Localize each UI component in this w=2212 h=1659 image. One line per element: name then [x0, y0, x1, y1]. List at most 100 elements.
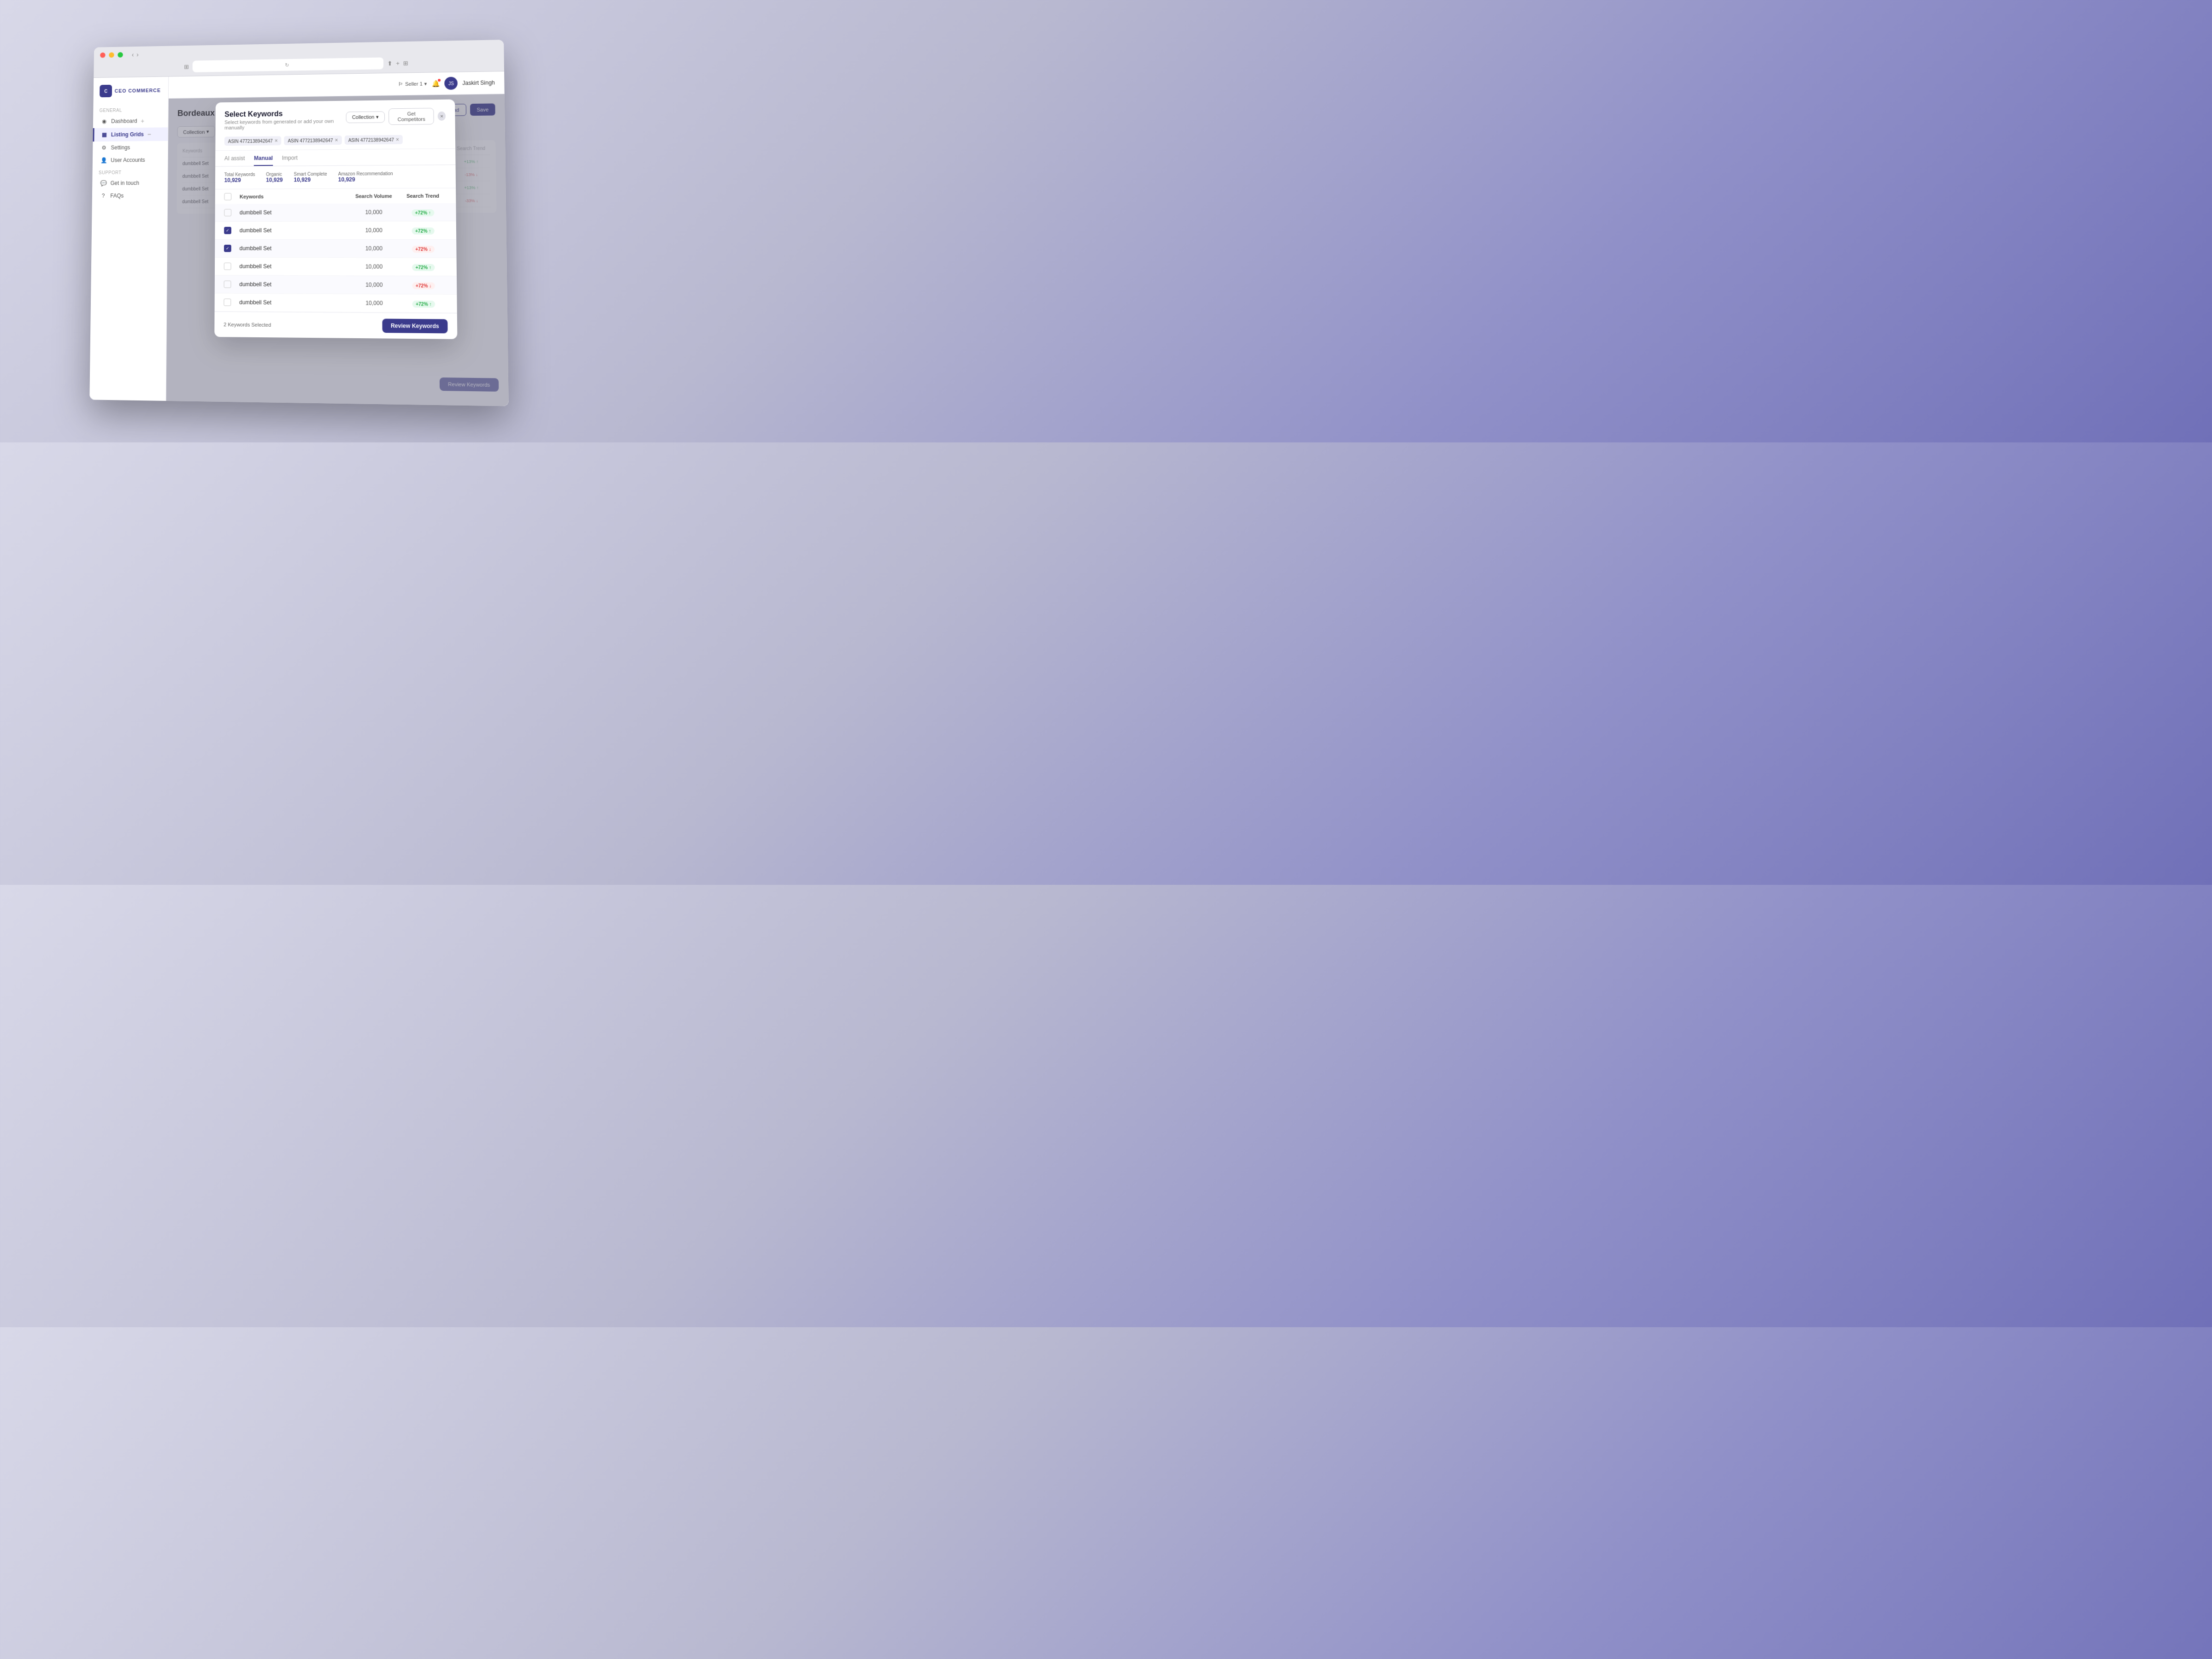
header-volume-col: Search Volume: [353, 193, 394, 199]
seller-badge[interactable]: 🏳 Seller 1 ▾: [398, 81, 427, 87]
stat-amazon-recommendation: Amazon Recommendation 10,929: [338, 171, 393, 183]
tab-manual[interactable]: Manual: [254, 155, 273, 166]
logo-icon: C: [100, 85, 112, 97]
keyword-row: ✓ dumbbell Set 10,000 +72% ↓: [215, 240, 456, 258]
modal-close-button[interactable]: ×: [438, 112, 446, 121]
modal-collection-chevron-icon: ▾: [376, 114, 379, 120]
keyword-row: dumbbell Set 10,000 +72% ↑: [215, 294, 457, 313]
sidebar-section-support: Support: [93, 166, 168, 177]
sidebar-toggle-icon[interactable]: ⊞: [184, 63, 189, 70]
keyword-trend: +72% ↑: [400, 226, 447, 235]
minimize-traffic-light[interactable]: [109, 52, 114, 58]
notification-dot: [438, 79, 441, 82]
forward-button[interactable]: ›: [136, 51, 139, 58]
add-icon-dashboard[interactable]: +: [141, 118, 144, 125]
keyword-row: dumbbell Set 10,000 +72% ↑: [215, 203, 456, 222]
sidebar-item-label-settings: Settings: [111, 144, 130, 151]
new-tab-icon[interactable]: +: [396, 59, 400, 66]
trend-badge-green: +72% ↑: [412, 209, 434, 216]
sidebar-item-label-user-accounts: User Accounts: [111, 157, 145, 163]
stat-total-keywords: Total Keywords 10,929: [224, 172, 255, 183]
keyword-volume: 10,000: [353, 227, 395, 234]
stat-smart-label: Smart Complete: [294, 171, 327, 176]
seller-label: Seller 1: [405, 81, 423, 87]
header-keywords-col: Keywords: [240, 194, 348, 200]
modal-tabs: AI assist Manual Import: [215, 149, 455, 167]
review-keywords-button[interactable]: Review Keywords: [382, 319, 447, 334]
stats-row: Total Keywords 10,929 Organic 10,929 Sma…: [215, 165, 456, 189]
settings-icon: ⚙: [100, 145, 107, 151]
avatar-initials: JS: [448, 81, 454, 86]
tab-import[interactable]: Import: [282, 155, 298, 166]
maximize-traffic-light[interactable]: [118, 52, 123, 58]
modal-title: Select Keywords: [224, 109, 346, 118]
sidebar-item-dashboard[interactable]: ◉ Dashboard +: [93, 114, 168, 128]
sidebar-item-faqs[interactable]: ? FAQs: [92, 189, 168, 202]
seller-chevron: ▾: [424, 81, 427, 87]
reload-icon[interactable]: ↻: [285, 62, 289, 68]
modal-header: Select Keywords Select keywords from gen…: [216, 100, 455, 132]
modal-header-left: Select Keywords Select keywords from gen…: [224, 109, 346, 130]
app-body: C CEO COMMERCE General ◉ Dashboard + ▦ L…: [89, 71, 508, 406]
kw-check-col: [224, 299, 235, 306]
asin-tag-label: ASIN 4772138942647: [348, 137, 394, 142]
asin-tag: ASIN 4772138942647 ×: [345, 135, 403, 145]
avatar: JS: [444, 77, 458, 90]
asin-tag-remove[interactable]: ×: [335, 137, 338, 143]
modal-subtitle: Select keywords from generated or add yo…: [224, 118, 346, 130]
keyword-trend: +72% ↑: [400, 208, 447, 216]
keyword-checkbox[interactable]: [224, 209, 231, 216]
notification-bell[interactable]: 🔔: [432, 80, 440, 87]
get-in-touch-icon: 💬: [100, 180, 107, 187]
select-keywords-modal: Select Keywords Select keywords from gen…: [214, 100, 457, 339]
address-bar[interactable]: ↻: [192, 58, 383, 72]
dashboard-icon: ◉: [100, 118, 107, 124]
sidebar-item-settings[interactable]: ⚙ Settings: [93, 141, 168, 154]
keyword-row: dumbbell Set 10,000 +72% ↓: [215, 276, 457, 295]
stat-total-label: Total Keywords: [224, 172, 255, 177]
user-name: Jaskirt Singh: [462, 79, 495, 86]
keyword-checkbox[interactable]: [224, 263, 231, 270]
sidebar-item-user-accounts[interactable]: 👤 User Accounts: [93, 153, 168, 167]
keyword-trend: +72% ↓: [400, 281, 447, 289]
close-icon: ×: [440, 113, 443, 119]
keyword-checkbox[interactable]: ✓: [224, 227, 231, 234]
kw-check-col: [224, 281, 235, 288]
modal-collection-label: Collection: [352, 114, 375, 120]
grid-icon[interactable]: ⊞: [403, 59, 408, 66]
asin-tag-label: ASIN 4772138942647: [228, 138, 273, 144]
keyword-volume: 10,000: [353, 263, 395, 270]
browser-window: ‹ › ⊞ ↻ ⬆ + ⊞ C CEO COMMERCE Ge: [89, 40, 508, 406]
close-traffic-light[interactable]: [100, 53, 106, 58]
collapse-icon[interactable]: −: [147, 131, 151, 138]
modal-footer: 2 Keywords Selected Review Keywords: [214, 312, 457, 339]
keyword-row: ✓ dumbbell Set 10,000 +72% ↑: [215, 221, 456, 240]
sidebar-item-get-in-touch[interactable]: 💬 Get in touch: [92, 176, 167, 189]
modal-collection-button[interactable]: Collection ▾: [346, 111, 385, 123]
keyword-checkbox[interactable]: ✓: [224, 245, 231, 252]
keyword-checkbox[interactable]: [224, 281, 231, 288]
keyword-name: dumbbell Set: [239, 263, 348, 270]
sidebar-item-listing-grids[interactable]: ▦ Listing Grids −: [93, 127, 168, 141]
tab-manual-label: Manual: [254, 155, 273, 161]
keyword-rows: dumbbell Set 10,000 +72% ↑ ✓: [215, 203, 457, 313]
keyword-name: dumbbell Set: [240, 227, 348, 234]
sidebar: C CEO COMMERCE General ◉ Dashboard + ▦ L…: [89, 76, 169, 400]
modal-get-competitors-button[interactable]: Get Competitors: [389, 108, 434, 125]
selected-count: 2 Keywords Selected: [224, 322, 271, 328]
main-content: 🏳 Seller 1 ▾ 🔔 JS Jaskirt Singh: [166, 71, 509, 406]
sidebar-item-label-faqs: FAQs: [110, 193, 124, 199]
share-icon[interactable]: ⬆: [387, 60, 392, 67]
back-button[interactable]: ‹: [132, 51, 134, 58]
asin-tag-remove[interactable]: ×: [396, 136, 399, 143]
kw-check-col: [224, 209, 235, 216]
asin-tag-remove[interactable]: ×: [275, 137, 278, 144]
tab-ai-assist[interactable]: AI assist: [224, 155, 245, 166]
asin-tags-container: ASIN 4772138942647 × ASIN 4772138942647 …: [215, 130, 455, 151]
trend-badge-green: +72% ↑: [412, 228, 435, 235]
tab-ai-assist-label: AI assist: [224, 155, 245, 162]
select-all-checkbox[interactable]: [224, 193, 231, 200]
stat-amazon-label: Amazon Recommendation: [338, 171, 393, 176]
keyword-checkbox[interactable]: [224, 299, 231, 306]
keyword-trend: +72% ↓: [400, 244, 447, 253]
